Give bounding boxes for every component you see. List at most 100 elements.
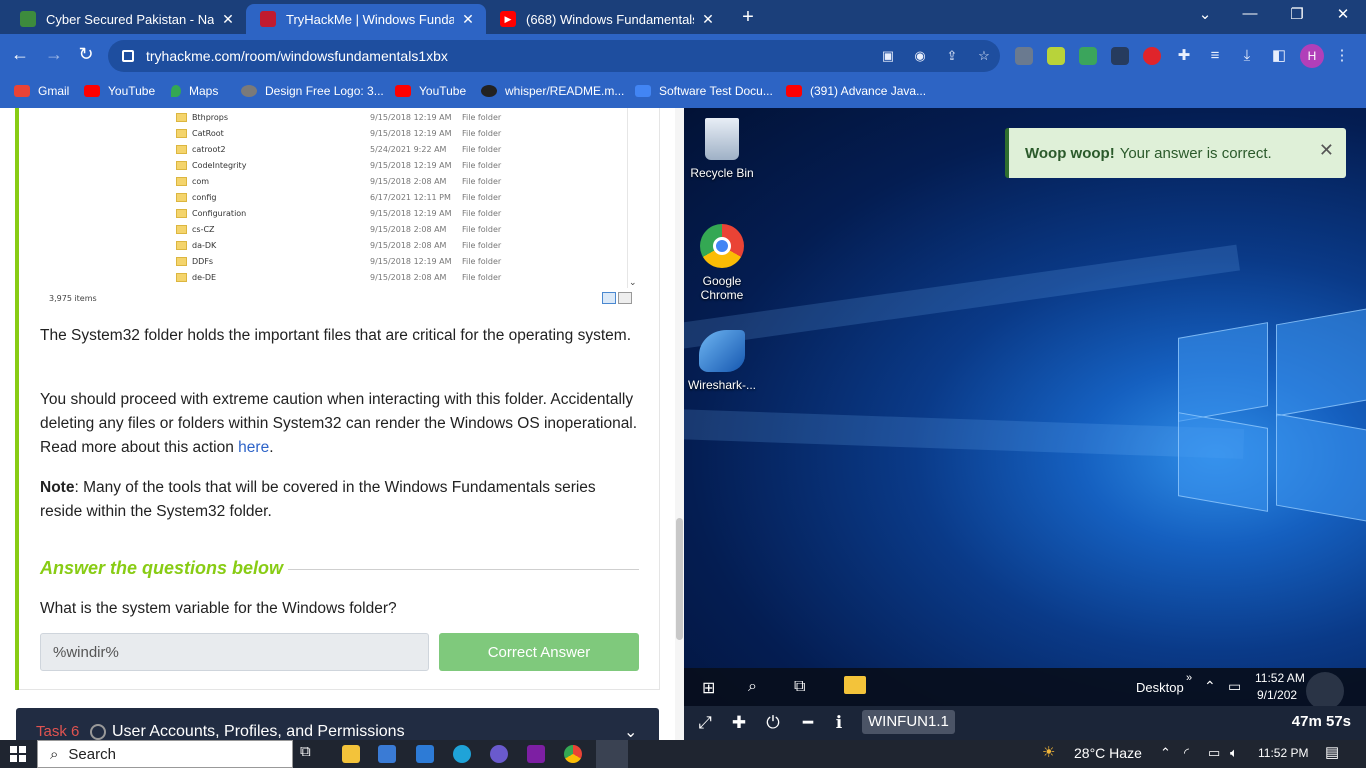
network-icon[interactable]: ▭ [1228, 678, 1241, 695]
weather-text[interactable]: 28°C Haze [1074, 745, 1142, 761]
close-tab-icon[interactable]: ✕ [700, 11, 716, 28]
light-beam [684, 244, 1240, 354]
bookmark-advance-java[interactable]: (391) Advance Java... [786, 84, 926, 98]
bookmark-youtube[interactable]: YouTube [84, 84, 155, 98]
eye-off-icon[interactable]: ◉ [912, 48, 928, 64]
mail-icon[interactable] [416, 745, 434, 763]
desktop-icon-recycle-bin[interactable]: Recycle Bin [684, 118, 762, 180]
hex-editor-icon[interactable] [527, 745, 545, 763]
tab-search-chevron-icon[interactable]: ⌄ [1193, 5, 1217, 23]
bookmark-star-icon[interactable]: ☆ [976, 48, 992, 64]
extension-icon[interactable] [1111, 47, 1129, 65]
scrollbar-thumb[interactable] [676, 518, 683, 640]
task-6-header[interactable]: Task 6 User Accounts, Profiles, and Perm… [16, 708, 659, 740]
chevron-up-icon[interactable]: ⌃ [1204, 678, 1216, 695]
double-chevron-icon[interactable]: » [1186, 672, 1192, 684]
chevron-down-icon[interactable]: ⌄ [624, 722, 637, 740]
tab-youtube[interactable]: ▶ (668) Windows Fundamentals 1 | ✕ [486, 4, 726, 34]
here-link[interactable]: here [238, 439, 269, 456]
task-view-icon[interactable]: ⧉ [300, 743, 318, 761]
file-row: CatRoot 9/15/2018 12:19 AM File folder [176, 126, 501, 140]
file-explorer-icon[interactable] [844, 676, 866, 694]
app-icon[interactable] [490, 745, 508, 763]
chrome-icon[interactable] [564, 745, 582, 763]
puzzle-extensions-icon[interactable]: ✚ [1176, 48, 1192, 64]
bookmark-gmail[interactable]: Gmail [14, 84, 69, 98]
paragraph-text: You should proceed with extreme caution … [40, 391, 638, 456]
fullscreen-icon[interactable]: ⤢ [694, 713, 716, 733]
correct-answer-button[interactable]: Correct Answer [439, 633, 639, 671]
page-action-icon[interactable]: ▣ [880, 48, 896, 64]
wifi-icon[interactable]: ◜ [1184, 745, 1189, 761]
bookmark-maps[interactable]: Maps [171, 84, 218, 98]
extension-icon[interactable] [1079, 47, 1097, 65]
search-icon[interactable]: ⌕ [748, 678, 757, 696]
plus-icon[interactable]: ✚ [728, 713, 750, 733]
power-icon[interactable]: ⏻ [762, 713, 784, 733]
store-icon[interactable] [378, 745, 396, 763]
file-type: File folder [462, 208, 502, 218]
profile-avatar[interactable]: H [1300, 44, 1324, 68]
maximize-icon[interactable]: ❐ [1285, 5, 1309, 23]
close-tab-icon[interactable]: ✕ [460, 11, 476, 28]
close-icon[interactable]: ✕ [1319, 140, 1334, 161]
success-toast: Woop woop! Your answer is correct. ✕ [1005, 128, 1346, 178]
extension-icon[interactable] [1047, 47, 1065, 65]
download-icon[interactable]: ⤓ [1239, 48, 1255, 64]
remote-desktop[interactable]: Recycle Bin Google Chrome Wireshark-... … [684, 108, 1366, 740]
folder-icon [176, 192, 187, 202]
host-clock[interactable]: 11:52 PM [1258, 746, 1308, 760]
desktop-icon-wireshark[interactable]: Wireshark-... [684, 330, 762, 392]
windows-start-icon[interactable]: ⊞ [702, 678, 715, 698]
desktop-toolbar-label[interactable]: Desktop [1136, 680, 1184, 695]
clock-time[interactable]: 11:52 AM [1255, 671, 1305, 685]
more-menu-icon[interactable]: ⋮ [1334, 48, 1350, 64]
chat-bubble-icon[interactable] [1306, 672, 1344, 710]
github-icon [481, 85, 497, 97]
extension-icon[interactable] [1143, 47, 1161, 65]
file-row: de-DE 9/15/2018 2:08 AM File folder [176, 270, 501, 284]
answer-input[interactable] [40, 633, 429, 671]
notifications-icon[interactable]: ▤ [1325, 743, 1339, 761]
task-view-icon[interactable]: ⧉ [794, 678, 805, 696]
file-date: 6/17/2021 12:11 PM [370, 192, 451, 202]
settings-extension-icon[interactable] [1015, 47, 1033, 65]
toast-title: Woop woop! [1025, 144, 1115, 162]
windows-start-icon[interactable] [10, 746, 26, 765]
info-icon[interactable]: ℹ [828, 713, 850, 733]
desktop-icon-chrome[interactable]: Google Chrome [684, 224, 762, 302]
new-tab-button[interactable]: + [736, 6, 760, 29]
page-scrollbar[interactable] [675, 108, 684, 740]
file-explorer-icon[interactable] [342, 745, 360, 763]
reload-icon[interactable]: ↻ [74, 44, 98, 65]
bookmark-label: Gmail [38, 84, 70, 98]
bookmark-youtube-2[interactable]: YouTube [395, 84, 466, 98]
battery-icon[interactable]: ▭ [1208, 745, 1220, 761]
tab-cyber-secured[interactable]: Cyber Secured Pakistan - Nas.io M ✕ [6, 4, 246, 34]
bookmark-software-test[interactable]: Software Test Docu... [635, 84, 773, 98]
clock-date[interactable]: 9/1/202 [1257, 688, 1297, 702]
back-arrow-icon[interactable]: ← [8, 44, 32, 65]
minus-icon[interactable]: ━ [797, 713, 819, 733]
share-icon[interactable]: ⇪ [944, 48, 960, 64]
youtube-favicon-icon: ▶ [500, 11, 516, 27]
paragraph-note: Note: Many of the tools that will be cov… [40, 476, 640, 524]
forward-arrow-icon[interactable]: → [42, 44, 66, 65]
side-panel-icon[interactable]: ◧ [1271, 48, 1287, 64]
weather-icon[interactable]: ☀ [1042, 743, 1055, 761]
bookmark-design-logo[interactable]: Design Free Logo: 3... [241, 84, 384, 98]
chevron-up-icon[interactable]: ⌃ [1160, 745, 1171, 761]
chrome-active-taskbar-icon[interactable] [596, 740, 628, 768]
close-tab-icon[interactable]: ✕ [220, 11, 236, 28]
media-queue-icon[interactable]: ≡ [1207, 48, 1223, 64]
url-text: tryhackme.com/room/windowsfundamentals1x… [146, 48, 448, 64]
close-window-icon[interactable]: ✕ [1331, 5, 1355, 23]
tab-tryhackme[interactable]: TryHackMe | Windows Fundamen ✕ [246, 4, 486, 34]
taskbar-search[interactable]: ⌕ Search [37, 740, 293, 768]
desktop-icon-label: Google Chrome [700, 274, 744, 302]
volume-icon[interactable]: 🔈︎ [1230, 745, 1238, 761]
address-bar[interactable]: tryhackme.com/room/windowsfundamentals1x… [108, 40, 1000, 72]
edge-icon[interactable] [453, 745, 471, 763]
bookmark-whisper[interactable]: whisper/README.m... [481, 84, 624, 98]
minimize-icon[interactable]: — [1238, 5, 1262, 22]
